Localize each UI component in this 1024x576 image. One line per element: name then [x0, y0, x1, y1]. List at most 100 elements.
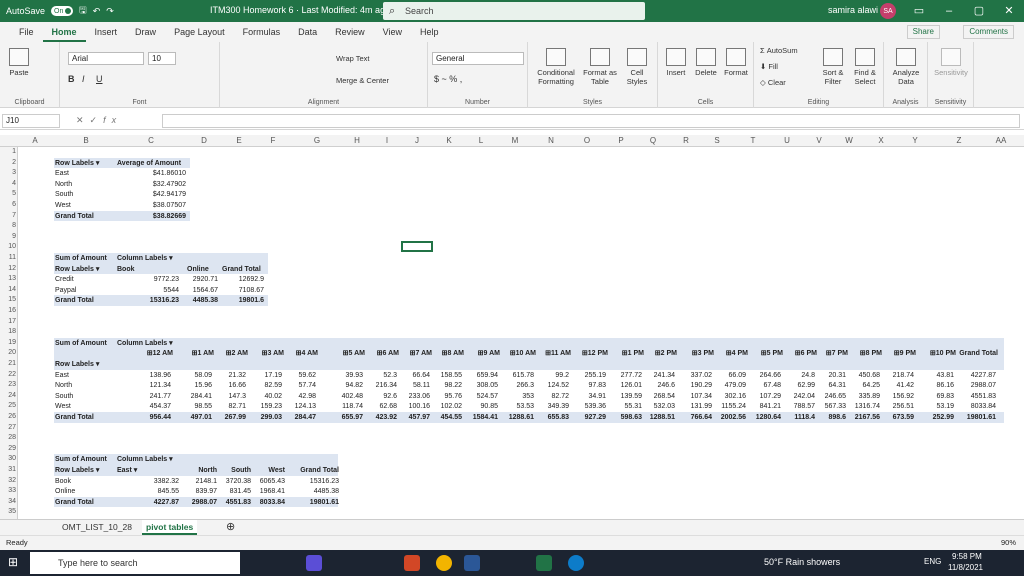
tab-review[interactable]: Review [326, 22, 374, 42]
format-as-table-button[interactable]: Format as Table [582, 48, 618, 86]
wrap-text-button[interactable]: Wrap Text [336, 54, 370, 63]
row-header[interactable]: 25 [0, 402, 16, 409]
row-header[interactable]: 23 [0, 381, 16, 388]
analyze-data-button[interactable]: Analyze Data [890, 48, 922, 86]
row-header[interactable]: 22 [0, 371, 16, 378]
tab-home[interactable]: Home [42, 22, 86, 42]
powerpoint-icon[interactable] [404, 555, 420, 571]
column-header[interactable]: M [508, 135, 522, 147]
row-header[interactable]: 13 [0, 275, 16, 282]
formula-input[interactable] [162, 114, 1020, 128]
search-box[interactable]: ⌕ Search [383, 2, 645, 20]
tab-view[interactable]: View [374, 22, 411, 42]
column-header[interactable]: A [28, 135, 42, 147]
redo-icon[interactable]: ↷ [106, 6, 114, 17]
tab-draw[interactable]: Draw [126, 22, 165, 42]
row-header[interactable]: 27 [0, 424, 16, 431]
italic-button[interactable]: I [82, 74, 85, 84]
tab-data[interactable]: Data [289, 22, 326, 42]
language[interactable]: ENG [924, 557, 941, 566]
column-header[interactable]: E [232, 135, 246, 147]
column-header[interactable]: D [197, 135, 211, 147]
row-header[interactable]: 30 [0, 455, 16, 462]
column-header[interactable]: P [614, 135, 628, 147]
row-header[interactable]: 12 [0, 265, 16, 272]
column-header[interactable]: Z [952, 135, 966, 147]
fx-icon[interactable]: ✕✓fx [76, 115, 122, 126]
row-header[interactable]: 16 [0, 307, 16, 314]
row-header[interactable]: 19 [0, 339, 16, 346]
taskbar-search[interactable]: Type here to search [30, 552, 240, 574]
tab-help[interactable]: Help [411, 22, 448, 42]
clock-date[interactable]: 11/8/2021 [948, 563, 983, 572]
share-button[interactable]: Share [906, 25, 940, 39]
column-header[interactable]: V [812, 135, 826, 147]
bold-button[interactable]: B [68, 74, 75, 84]
column-header[interactable]: J [410, 135, 424, 147]
number-format-select[interactable]: General [432, 52, 524, 65]
clear-button[interactable]: ◇ Clear [760, 78, 786, 87]
conditional-formatting-button[interactable]: Conditional Formatting [534, 48, 578, 86]
windows-start-icon[interactable]: ⊞ [8, 555, 18, 569]
add-sheet-icon[interactable]: ⊕ [222, 520, 239, 535]
save-icon[interactable]: 🖫 [79, 3, 87, 19]
column-header[interactable]: U [780, 135, 794, 147]
column-header[interactable]: W [842, 135, 856, 147]
underline-button[interactable]: U [96, 74, 103, 84]
insert-button[interactable]: Insert [662, 48, 690, 77]
row-header[interactable]: 4 [0, 180, 16, 187]
name-box[interactable]: J10 [2, 114, 60, 128]
column-header[interactable]: H [350, 135, 364, 147]
row-header[interactable]: 7 [0, 212, 16, 219]
column-header[interactable]: O [580, 135, 594, 147]
paste-button[interactable]: Paste [6, 48, 32, 77]
row-header[interactable]: 3 [0, 169, 16, 176]
row-header[interactable]: 10 [0, 243, 16, 250]
row-header[interactable]: 21 [0, 360, 16, 367]
sheet-tab-pivot-tables[interactable]: pivot tables [142, 520, 198, 535]
row-header[interactable]: 9 [0, 233, 16, 240]
tab-page-layout[interactable]: Page Layout [165, 22, 234, 42]
zoom-level[interactable]: 90% [1001, 538, 1016, 547]
row-header[interactable]: 31 [0, 466, 16, 473]
find-select-button[interactable]: Find & Select [850, 48, 880, 86]
column-header[interactable]: Y [908, 135, 922, 147]
column-header[interactable]: R [679, 135, 693, 147]
onenote-icon[interactable] [306, 555, 322, 571]
autosave-toggle[interactable]: On [51, 6, 74, 16]
row-header[interactable]: 15 [0, 296, 16, 303]
column-header[interactable]: Q [646, 135, 660, 147]
row-header[interactable]: 8 [0, 222, 16, 229]
minimize-icon[interactable]: – [934, 0, 964, 22]
ribbon-display-icon[interactable]: ▭ [904, 0, 934, 22]
row-header[interactable]: 14 [0, 286, 16, 293]
tab-formulas[interactable]: Formulas [234, 22, 290, 42]
delete-button[interactable]: Delete [692, 48, 720, 77]
clock-time[interactable]: 9:58 PM [952, 552, 982, 561]
row-header[interactable]: 17 [0, 318, 16, 325]
row-header[interactable]: 11 [0, 254, 16, 261]
column-header[interactable]: S [710, 135, 724, 147]
column-header[interactable]: L [474, 135, 488, 147]
row-header[interactable]: 34 [0, 498, 16, 505]
merge-center-button[interactable]: Merge & Center [336, 76, 389, 85]
cell-styles-button[interactable]: Cell Styles [620, 48, 654, 86]
column-header[interactable]: T [746, 135, 760, 147]
column-header[interactable]: F [266, 135, 280, 147]
row-header[interactable]: 1 [0, 148, 16, 155]
row-header[interactable]: 29 [0, 445, 16, 452]
sensitivity-button[interactable]: Sensitivity [932, 48, 970, 77]
row-header[interactable]: 35 [0, 508, 16, 515]
sheet-tab-omt-list[interactable]: OMT_LIST_10_28 [58, 520, 136, 535]
word-icon[interactable] [464, 555, 480, 571]
column-header[interactable]: N [544, 135, 558, 147]
tab-insert[interactable]: Insert [86, 22, 127, 42]
weather[interactable]: 50°F Rain showers [764, 557, 840, 567]
font-family-select[interactable]: Arial [68, 52, 144, 65]
row-header[interactable]: 2 [0, 159, 16, 166]
row-header[interactable]: 6 [0, 201, 16, 208]
avatar[interactable]: SA [880, 3, 896, 19]
close-icon[interactable]: ✕ [994, 0, 1024, 22]
undo-icon[interactable]: ↶ [93, 6, 101, 17]
tab-file[interactable]: File [10, 22, 43, 42]
